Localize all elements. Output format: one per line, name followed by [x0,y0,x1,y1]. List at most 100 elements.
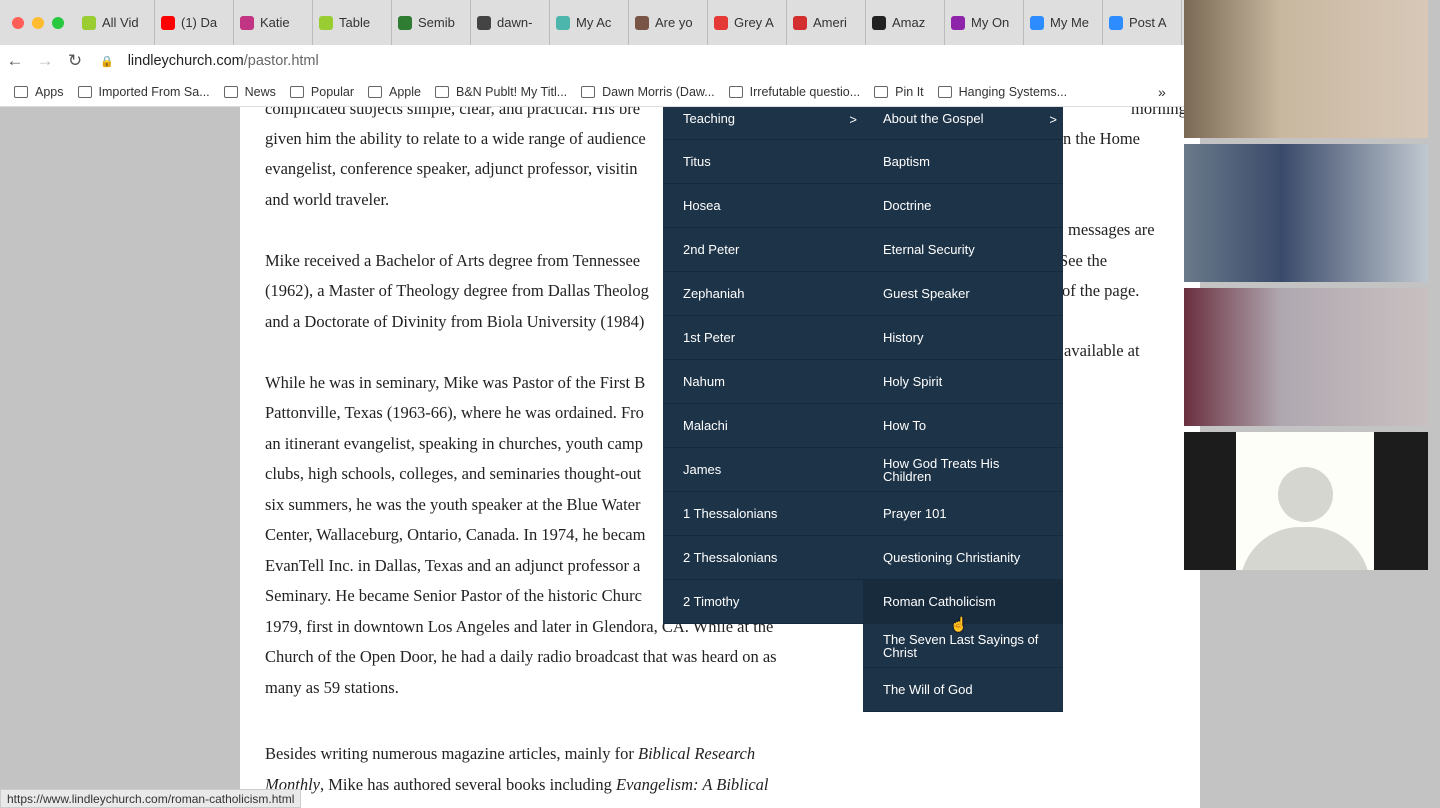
article-line: and a Doctorate of Divinity from Biola U… [265,312,645,331]
reload-icon[interactable]: ↻ [60,51,90,71]
article-line: Mike received a Bachelor of Arts degree … [265,251,641,270]
menu-item[interactable]: 1st Peter [663,316,863,360]
bookmark-item[interactable]: Popular [289,85,354,99]
browser-tab[interactable]: My Me [1024,0,1103,45]
tab-title: Katie [260,15,290,30]
tab-favicon-icon [398,15,412,30]
chevron-right-icon: > [1049,112,1057,127]
bookmark-item[interactable]: Apps [14,85,64,99]
menu-item-label: Titus [683,154,711,169]
article-line-fragment: available at [1064,341,1140,360]
tab-title: dawn- [497,15,533,30]
bookmark-label: Hanging Systems... [958,84,1068,99]
bookmark-label: Dawn Morris (Daw... [602,84,715,99]
browser-tab[interactable]: (1) Da [155,0,234,45]
browser-tab[interactable]: All Vid [76,0,155,45]
menu-item[interactable]: Guest Speaker [863,272,1063,316]
browser-tab[interactable]: My Ac [550,0,629,45]
back-icon[interactable]: ← [0,51,30,71]
menu-item[interactable]: Questioning Christianity [863,536,1063,580]
browser-tab[interactable]: Amaz [866,0,945,45]
close-window-button[interactable] [12,16,24,29]
menu-item[interactable]: Teaching > [663,107,863,140]
bookmark-icon [368,85,383,98]
tab-title: Post A [1129,15,1167,30]
video-tile-participant-2[interactable] [1184,144,1428,282]
menu-item[interactable]: 2 Timothy [663,580,863,624]
menu-item-label: Holy Spirit [883,374,943,389]
bookmark-label: Apple [389,84,421,99]
browser-tab[interactable]: Are yo [629,0,708,45]
menu-item[interactable]: 2 Thessalonians [663,536,863,580]
menu-item[interactable]: Hosea [663,184,863,228]
menu-item[interactable]: Malachi [663,404,863,448]
browser-tab[interactable]: Ameri [787,0,866,45]
tab-favicon-icon [1109,15,1123,30]
maximize-window-button[interactable] [52,16,64,29]
menu-item[interactable]: How God Treats His Children [863,448,1063,492]
menu-item[interactable]: Prayer 101 [863,492,1063,536]
browser-tab[interactable]: Table [313,0,392,45]
menu-item-label: 2 Timothy [683,594,740,609]
article-line: complicated subjects simple, clear, and … [265,107,641,118]
tab-title: My Ac [576,15,612,30]
video-tile-participant-4[interactable] [1184,432,1428,570]
browser-tab[interactable]: dawn- [471,0,550,45]
bookmark-label: News [244,84,276,99]
tab-title: My On [971,15,1010,30]
address-bar[interactable]: lindleychurch.com/pastor.html [128,53,319,69]
menu-item-label: Hosea [683,198,721,213]
bookmark-item[interactable]: News [223,84,276,99]
bookmark-item[interactable]: B&N Publt! My Titl... [435,85,567,99]
browser-tab[interactable]: Grey A [708,0,787,45]
video-tile-participant-3[interactable] [1184,288,1428,426]
bookmark-icon [223,85,238,98]
menu-item[interactable]: The Will of God [863,668,1063,712]
menu-item[interactable]: History [863,316,1063,360]
video-tile-participant-1[interactable] [1184,0,1428,138]
article-line-fragment: See the [1059,251,1108,270]
menu-item[interactable]: Nahum [663,360,863,404]
menu-item[interactable]: Doctrine [863,184,1063,228]
article-line-fragment: n the Home [1063,129,1140,148]
menu-item-label: James [683,462,722,477]
tab-title: Semib [418,15,455,30]
avatar [1236,432,1374,570]
menu-item[interactable]: Holy Spirit [863,360,1063,404]
tab-favicon-icon [635,15,649,30]
menu-item[interactable]: James [663,448,863,492]
menu-item-label: 1 Thessalonians [683,506,778,521]
bookmark-item[interactable]: Irrefutable questio... [728,85,860,99]
bookmark-label: Apps [35,84,64,99]
menu-item[interactable]: 1 Thessalonians [663,492,863,536]
menu-item[interactable]: Eternal Security [863,228,1063,272]
tab-favicon-icon [556,15,570,30]
menu-item[interactable]: How To [863,404,1063,448]
tab-favicon-icon [951,15,965,30]
bookmark-item[interactable]: Hanging Systems... [937,84,1068,99]
browser-tab[interactable]: Katie [234,0,313,45]
menu-item[interactable]: About the Gospel > [863,107,1063,140]
bookmark-item[interactable]: Imported From Sa... [77,85,210,99]
bookmark-icon [435,85,449,98]
article-line: six summers, he was the youth speaker at… [265,495,641,514]
more-bookmarks-button[interactable]: » [1158,84,1166,100]
menu-item-label: How God Treats His Children [883,455,1000,484]
browser-tab[interactable]: My On [945,0,1024,45]
bookmark-item[interactable]: Pin It [874,85,924,99]
menu-item[interactable]: Zephaniah [663,272,863,316]
bookmark-item[interactable]: Dawn Morris (Daw... [581,85,715,99]
menu-item-label: Doctrine [883,198,932,213]
menu-item[interactable]: Titus [663,140,863,184]
browser-tab[interactable]: Post A [1103,0,1182,45]
tab-favicon-icon [161,15,175,30]
menu-item[interactable]: 2nd Peter [663,228,863,272]
menu-item-label: The Seven Last Sayings of Christ [883,631,1039,660]
tab-favicon-icon [82,15,96,30]
menu-item[interactable]: Baptism [863,140,1063,184]
browser-tab[interactable]: Semib [392,0,471,45]
bookmark-item[interactable]: Apple [368,85,421,99]
forward-icon[interactable]: → [30,51,60,71]
minimize-window-button[interactable] [32,16,44,29]
tab-title: Table [339,15,371,30]
